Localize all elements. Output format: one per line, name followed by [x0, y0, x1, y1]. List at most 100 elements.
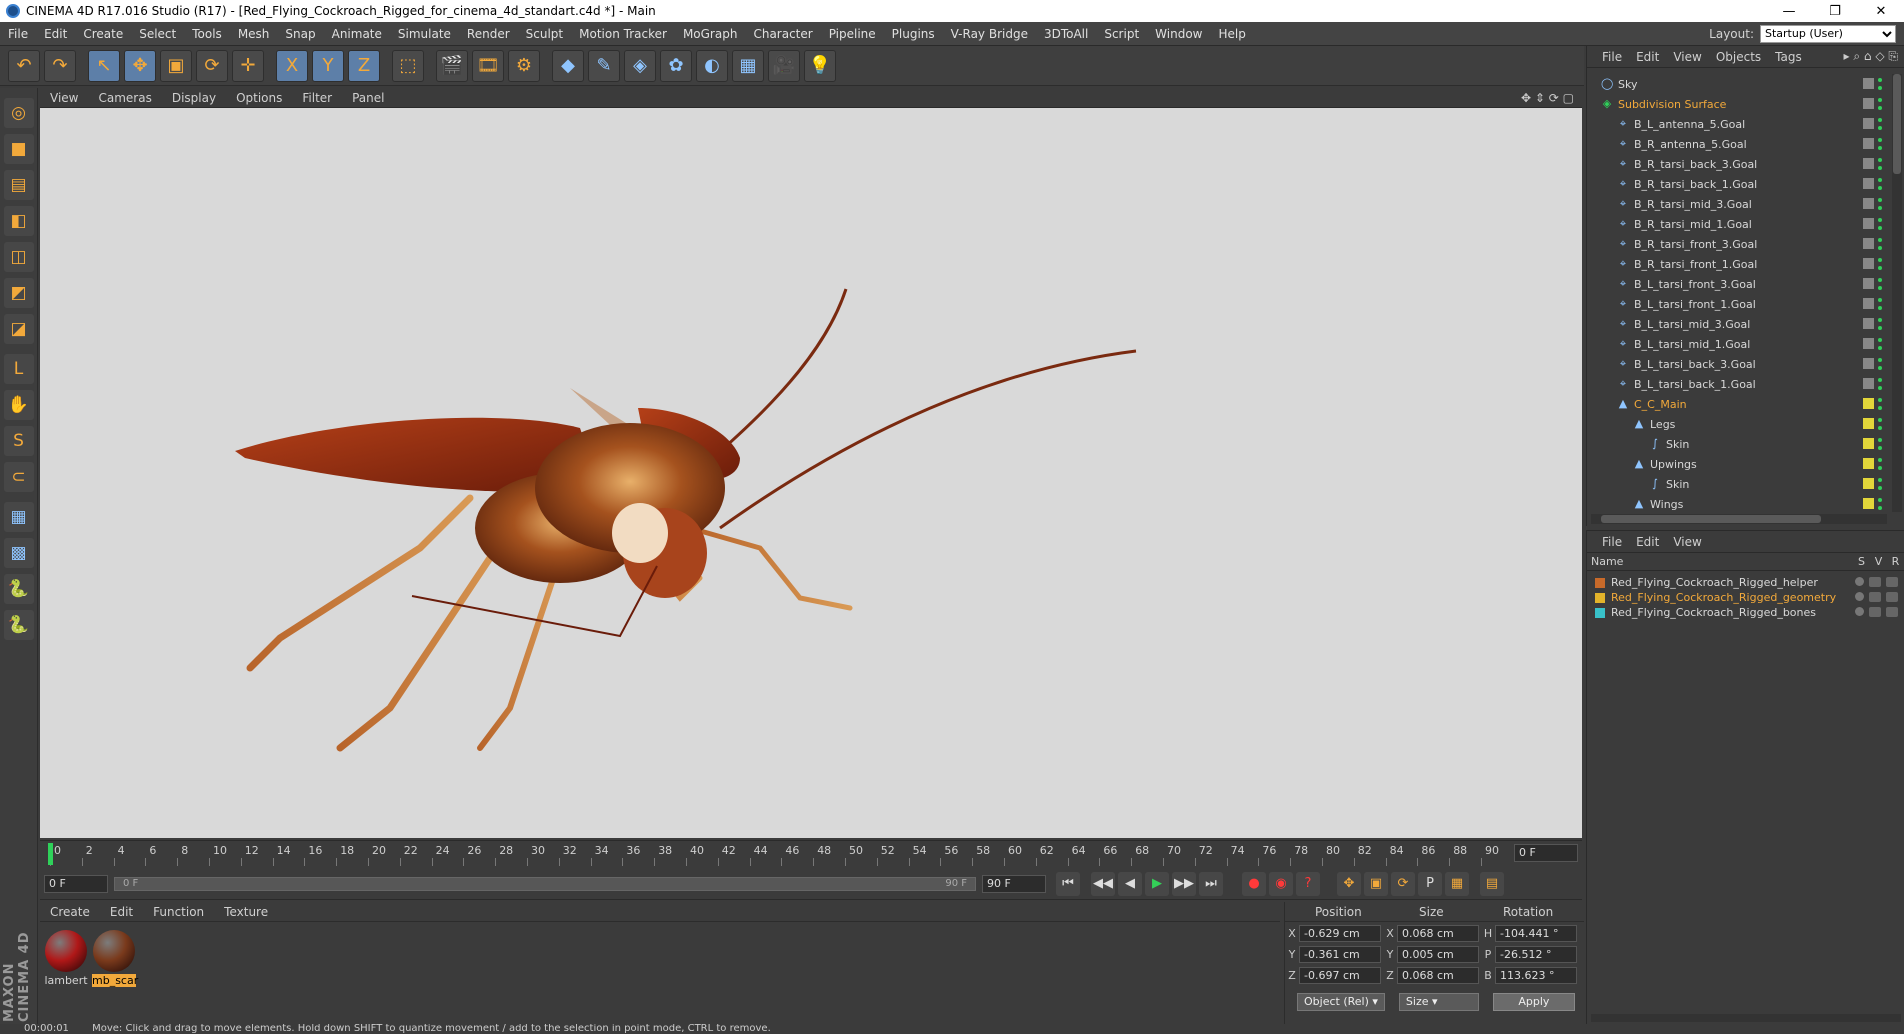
layer-color-flag[interactable]: [1863, 178, 1874, 189]
autokey-button[interactable]: ◉: [1269, 871, 1293, 896]
menu-window[interactable]: Window: [1147, 27, 1210, 41]
object-row[interactable]: ⌖ B_L_tarsi_front_3.Goal: [1587, 274, 1887, 294]
current-frame-field[interactable]: 0 F: [1514, 844, 1578, 862]
menu-character[interactable]: Character: [745, 27, 820, 41]
visible-eye-icon[interactable]: [1869, 592, 1881, 602]
visibility-dots[interactable]: [1878, 478, 1883, 490]
layer-menu-edit[interactable]: Edit: [1629, 535, 1666, 549]
z-axis-icon[interactable]: Z: [348, 49, 380, 82]
close-button[interactable]: ✕: [1858, 4, 1904, 19]
cube-icon[interactable]: ◆: [552, 49, 584, 82]
layer-row[interactable]: Red_Flying_Cockroach_Rigged_helper: [1587, 575, 1904, 590]
layer-color-flag[interactable]: [1863, 438, 1874, 449]
position-field[interactable]: -0.697 cm: [1299, 966, 1381, 984]
layer-color-flag[interactable]: [1863, 478, 1874, 489]
object-row[interactable]: ⌖ B_R_tarsi_front_1.Goal: [1587, 254, 1887, 274]
render-icon[interactable]: [1886, 577, 1898, 587]
visibility-dots[interactable]: [1878, 338, 1883, 350]
visibility-dots[interactable]: [1878, 318, 1883, 330]
tweak-icon[interactable]: ✋: [3, 390, 34, 420]
rotation-field[interactable]: -104.441 °: [1495, 924, 1577, 942]
magnet-icon[interactable]: ⊂: [3, 462, 34, 492]
visibility-dots[interactable]: [1878, 78, 1883, 90]
layer-color-flag[interactable]: [1863, 98, 1874, 109]
render-icon[interactable]: [1886, 592, 1898, 602]
menu-motion-tracker[interactable]: Motion Tracker: [571, 27, 675, 41]
coordinate-mode-dropdown[interactable]: Object (Rel) ▾: [1297, 993, 1385, 1011]
visible-eye-icon[interactable]: [1869, 607, 1881, 617]
keyframe-selection-button[interactable]: ?: [1296, 871, 1320, 896]
move-icon[interactable]: ✥: [124, 49, 156, 82]
layer-color-flag[interactable]: [1863, 78, 1874, 89]
object-row[interactable]: ⌖ B_L_tarsi_back_3.Goal: [1587, 354, 1887, 374]
rotation-field[interactable]: 113.623 °: [1495, 966, 1577, 984]
workplane-icon[interactable]: ◧: [3, 206, 34, 236]
viewport-menu-display[interactable]: Display: [162, 91, 226, 105]
render-settings-icon[interactable]: ⚙: [508, 49, 540, 82]
range-slider[interactable]: 0 F 90 F: [114, 876, 976, 891]
transform-icon[interactable]: ✛: [232, 49, 264, 82]
step-forward-button[interactable]: ▶▶: [1172, 871, 1196, 896]
step-back-button[interactable]: ◀◀: [1091, 871, 1115, 896]
layer-color-flag[interactable]: [1863, 198, 1874, 209]
menu-tools[interactable]: Tools: [184, 27, 230, 41]
key-position-icon[interactable]: ✥: [1337, 871, 1361, 896]
coordinate-system-icon[interactable]: ⬚: [392, 49, 424, 82]
points-mode-icon[interactable]: ◫: [3, 242, 34, 272]
floor-icon[interactable]: ▦: [732, 49, 764, 82]
light-icon[interactable]: 💡: [804, 49, 836, 82]
visibility-dots[interactable]: [1878, 418, 1883, 430]
menu-file[interactable]: File: [0, 27, 36, 41]
visibility-dots[interactable]: [1878, 378, 1883, 390]
object-row[interactable]: ∫ Skin: [1587, 474, 1887, 494]
layer-color-flag[interactable]: [1863, 118, 1874, 129]
menu-create[interactable]: Create: [75, 27, 131, 41]
layer-color-flag[interactable]: [1863, 258, 1874, 269]
object-row[interactable]: ⌖ B_L_antenna_5.Goal: [1587, 114, 1887, 134]
layer-color-flag[interactable]: [1863, 318, 1874, 329]
viewport-menu-filter[interactable]: Filter: [292, 91, 342, 105]
end-frame-field[interactable]: 90 F: [982, 874, 1046, 893]
layer-h-scrollbar[interactable]: [1591, 1014, 1901, 1022]
subdivision-icon[interactable]: ◈: [624, 49, 656, 82]
visibility-dots[interactable]: [1878, 298, 1883, 310]
pen-spline-icon[interactable]: ✎: [588, 49, 620, 82]
y-axis-icon[interactable]: Y: [312, 49, 344, 82]
restore-button[interactable]: ❐: [1812, 4, 1858, 19]
layer-color-flag[interactable]: [1863, 378, 1874, 389]
apply-button[interactable]: Apply: [1492, 993, 1575, 1011]
play-reverse-button[interactable]: ◀: [1118, 871, 1142, 896]
size-mode-dropdown[interactable]: Size ▾: [1398, 993, 1479, 1011]
object-row[interactable]: ⌖ B_L_tarsi_back_1.Goal: [1587, 374, 1887, 394]
axis-icon[interactable]: L: [3, 354, 34, 384]
record-button[interactable]: ●: [1242, 871, 1266, 896]
solo-dot-icon[interactable]: [1855, 607, 1864, 616]
key-pla-icon[interactable]: ▦: [1445, 871, 1469, 896]
snap-icon[interactable]: S: [3, 426, 34, 456]
visibility-dots[interactable]: [1878, 158, 1883, 170]
layer-color-flag[interactable]: [1863, 358, 1874, 369]
visibility-dots[interactable]: [1878, 398, 1883, 410]
object-row[interactable]: ⌖ B_R_antenna_5.Goal: [1587, 134, 1887, 154]
material-swatch[interactable]: lambert: [44, 930, 88, 987]
layer-color-swatch[interactable]: [1595, 607, 1605, 618]
menu-help[interactable]: Help: [1210, 27, 1253, 41]
solo-dot-icon[interactable]: [1855, 577, 1864, 586]
menu-plugins[interactable]: Plugins: [884, 27, 943, 41]
model-mode-icon[interactable]: ■: [3, 134, 34, 164]
material-menu-create[interactable]: Create: [40, 905, 100, 919]
layer-color-flag[interactable]: [1863, 298, 1874, 309]
menu-simulate[interactable]: Simulate: [390, 27, 459, 41]
object-row[interactable]: ⌖ B_R_tarsi_front_3.Goal: [1587, 234, 1887, 254]
object-manager-toolbar-icons[interactable]: ▸ ⌕ ⌂ ◇ ⎘: [1844, 49, 1904, 64]
visibility-dots[interactable]: [1878, 278, 1883, 290]
material-swatch[interactable]: mb_scar: [92, 930, 138, 987]
menu-script[interactable]: Script: [1096, 27, 1147, 41]
layer-color-flag[interactable]: [1863, 238, 1874, 249]
layer-color-flag[interactable]: [1863, 158, 1874, 169]
menu-mesh[interactable]: Mesh: [230, 27, 278, 41]
layout-select[interactable]: Startup (User): [1760, 24, 1896, 43]
object-row[interactable]: ⌖ B_L_tarsi_mid_1.Goal: [1587, 334, 1887, 354]
object-list-scrollbar[interactable]: [1892, 74, 1902, 512]
visibility-dots[interactable]: [1878, 118, 1883, 130]
